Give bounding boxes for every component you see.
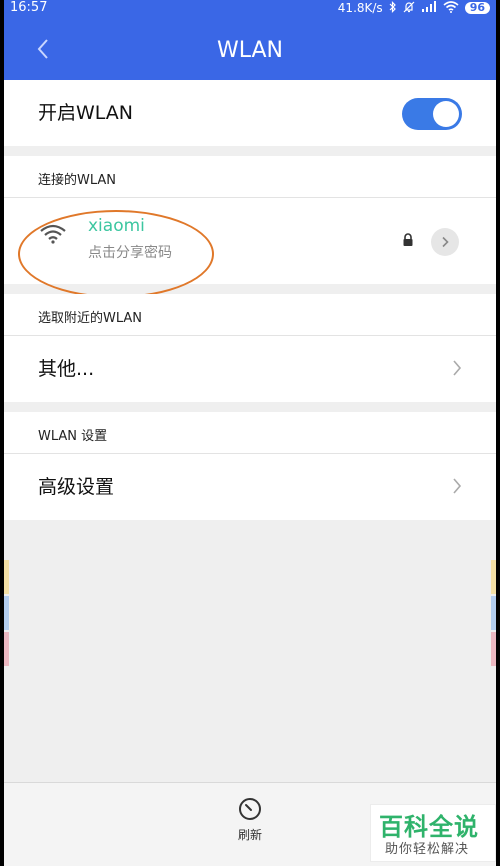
edge-streak bbox=[491, 560, 496, 594]
edge-streak bbox=[4, 560, 9, 594]
network-ssid: xiaomi bbox=[88, 216, 145, 236]
chevron-right-icon bbox=[453, 478, 462, 494]
watermark-title: 百科全说 bbox=[379, 813, 479, 841]
edge-streak bbox=[4, 632, 9, 666]
bluetooth-icon bbox=[389, 0, 397, 16]
signal-icon bbox=[421, 1, 437, 15]
nearby-section-title: 选取附近的WLAN bbox=[38, 311, 143, 326]
connected-section-title: 连接的WLAN bbox=[38, 173, 117, 188]
advanced-settings-label: 高级设置 bbox=[38, 476, 115, 498]
wifi-icon bbox=[40, 224, 66, 248]
header-bar: WLAN bbox=[4, 18, 496, 80]
network-item-xiaomi[interactable]: xiaomi 点击分享密码 bbox=[4, 198, 496, 284]
refresh-button[interactable]: 刷新 bbox=[226, 796, 274, 852]
wifi-status-icon bbox=[443, 0, 459, 16]
network-speed: 41.8K/s bbox=[337, 1, 383, 15]
watermark-logo: 百科全说 助你轻松解决 bbox=[370, 804, 496, 862]
edge-streak bbox=[4, 596, 9, 630]
advanced-settings-row[interactable]: 高级设置 bbox=[4, 454, 496, 520]
settings-section-title: WLAN 设置 bbox=[38, 429, 108, 444]
status-time: 16:57 bbox=[10, 0, 48, 15]
network-details-button[interactable] bbox=[431, 228, 459, 256]
edge-streak bbox=[491, 632, 496, 666]
wlan-toggle-switch[interactable] bbox=[402, 98, 462, 130]
toggle-knob bbox=[433, 101, 459, 127]
mute-bell-icon bbox=[403, 1, 415, 16]
edge-streak bbox=[491, 596, 496, 630]
share-password-hint: 点击分享密码 bbox=[88, 245, 172, 261]
phone-screen: 16:57 41.8K/s 96 WLAN 开启WLAN 连接的WLAN xia… bbox=[4, 0, 496, 866]
refresh-label: 刷新 bbox=[237, 828, 262, 842]
wlan-settings-section: WLAN 设置 高级设置 bbox=[4, 412, 496, 520]
status-icons: 41.8K/s 96 bbox=[338, 0, 490, 16]
watermark-subtitle: 助你轻松解决 bbox=[385, 842, 470, 857]
nearby-wlan-section: 选取附近的WLAN 其他... bbox=[4, 294, 496, 402]
chevron-right-icon bbox=[442, 236, 449, 248]
wlan-toggle-row[interactable]: 开启WLAN bbox=[4, 80, 496, 146]
refresh-icon bbox=[239, 798, 261, 820]
lock-icon bbox=[402, 232, 414, 251]
wlan-toggle-label: 开启WLAN bbox=[38, 102, 134, 124]
battery-icon: 96 bbox=[464, 2, 490, 14]
chevron-right-icon bbox=[453, 360, 462, 376]
page-title: WLAN bbox=[216, 38, 284, 63]
other-network-row[interactable]: 其他... bbox=[4, 336, 496, 402]
connected-wlan-section: 连接的WLAN xiaomi 点击分享密码 bbox=[4, 156, 496, 284]
status-bar: 16:57 41.8K/s 96 bbox=[4, 0, 496, 18]
divider bbox=[4, 782, 496, 783]
other-network-label: 其他... bbox=[38, 358, 95, 380]
